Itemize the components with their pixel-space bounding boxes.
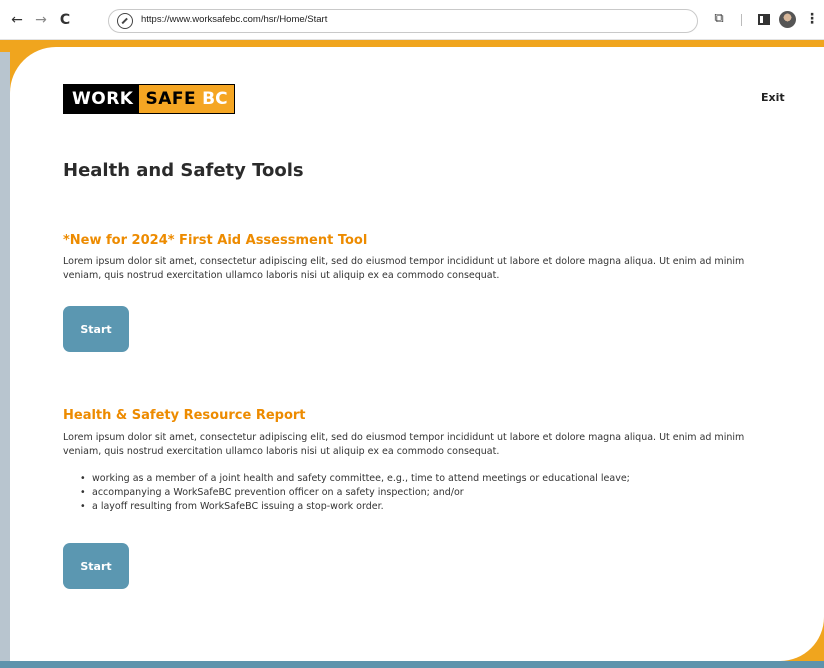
forward-arrow-icon[interactable]: → <box>32 10 50 30</box>
first-aid-tool-title: *New for 2024* First Aid Assessment Tool <box>63 233 368 248</box>
logo-safe: SAFE <box>139 85 201 113</box>
address-url[interactable]: https://www.worksafebc.com/hsr/Home/Star… <box>141 14 327 25</box>
browser-menu-icon[interactable]: ⋮ <box>805 12 819 26</box>
worksafebc-logo: WORK SAFE BC <box>63 84 235 114</box>
frame-bottom-bar <box>0 661 824 668</box>
address-bar[interactable]: https://www.worksafebc.com/hsr/Home/Star… <box>108 9 698 33</box>
resource-report-title: Health & Safety Resource Report <box>63 408 306 423</box>
site-info-icon[interactable] <box>117 13 133 29</box>
back-arrow-icon[interactable]: ← <box>8 10 26 30</box>
list-item: a layoff resulting from WorkSafeBC issui… <box>63 500 783 514</box>
profile-avatar[interactable] <box>779 11 796 28</box>
resource-report-start-button[interactable]: Start <box>63 543 129 589</box>
side-panel-icon[interactable] <box>758 14 770 25</box>
logo-work: WORK <box>64 85 140 113</box>
logo-bc: BC <box>200 85 234 113</box>
main-content: WORK SAFE BC Exit Health and Safety Tool… <box>10 47 824 661</box>
browser-toolbar: ← → C https://www.worksafebc.com/hsr/Hom… <box>0 0 824 40</box>
list-item: accompanying a WorkSafeBC prevention off… <box>63 486 783 500</box>
toolbar-divider <box>741 14 742 26</box>
extensions-icon[interactable]: ⧉ <box>712 12 726 26</box>
first-aid-start-button[interactable]: Start <box>63 306 129 352</box>
resource-report-description: Lorem ipsum dolor sit amet, consectetur … <box>63 432 745 457</box>
first-aid-tool-description: Lorem ipsum dolor sit amet, consectetur … <box>63 256 745 281</box>
reload-icon[interactable]: C <box>56 10 74 30</box>
exit-link[interactable]: Exit <box>761 91 785 104</box>
resource-report-bullets: working as a member of a joint health an… <box>63 472 783 514</box>
page-title: Health and Safety Tools <box>63 160 304 181</box>
frame-left-strip <box>0 52 10 668</box>
list-item: working as a member of a joint health an… <box>63 472 783 486</box>
